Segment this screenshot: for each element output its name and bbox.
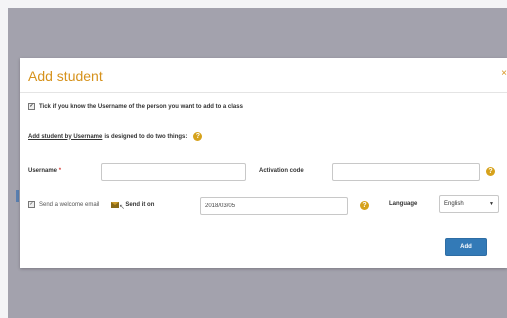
welcome-email-label: Send a welcome email: [39, 201, 100, 208]
envelope-icon: [111, 201, 120, 208]
tick-row: ✓ Tick if you know the Username of the p…: [28, 103, 243, 110]
header-divider: [20, 92, 507, 93]
send-date-input[interactable]: [200, 197, 348, 215]
help-icon[interactable]: ?: [486, 167, 495, 176]
add-student-dialog: Add student × ✓ Tick if you know the Use…: [20, 58, 507, 268]
username-label-text: Username: [28, 168, 58, 174]
activation-code-input[interactable]: [332, 163, 480, 181]
welcome-email-checkbox[interactable]: ✓: [28, 201, 35, 208]
close-icon[interactable]: ×: [501, 68, 507, 79]
add-button[interactable]: Add: [445, 238, 487, 256]
username-label: Username *: [28, 168, 61, 174]
background-page-element: [16, 190, 19, 202]
add-by-username-link[interactable]: Add student by Username: [28, 134, 102, 140]
description-text: is designed to do two things:: [104, 133, 188, 140]
description-row: Add student by Username is designed to d…: [28, 132, 203, 141]
language-select[interactable]: English ▼: [439, 195, 499, 213]
help-icon[interactable]: ?: [193, 132, 203, 141]
dialog-title: Add student: [28, 68, 103, 84]
send-it-on-label: Send it on: [125, 201, 155, 208]
chevron-down-icon: ▼: [489, 201, 494, 207]
tick-label: Tick if you know the Username of the per…: [39, 103, 243, 110]
language-label: Language: [389, 201, 418, 207]
welcome-email-row: ✓ Send a welcome email Send it on: [28, 201, 154, 208]
language-selected-value: English: [444, 201, 464, 207]
username-known-checkbox[interactable]: ✓: [28, 103, 35, 110]
username-input[interactable]: [101, 163, 246, 181]
help-icon[interactable]: ?: [360, 201, 369, 210]
activation-code-label: Activation code: [259, 168, 304, 174]
required-mark: *: [58, 168, 62, 174]
